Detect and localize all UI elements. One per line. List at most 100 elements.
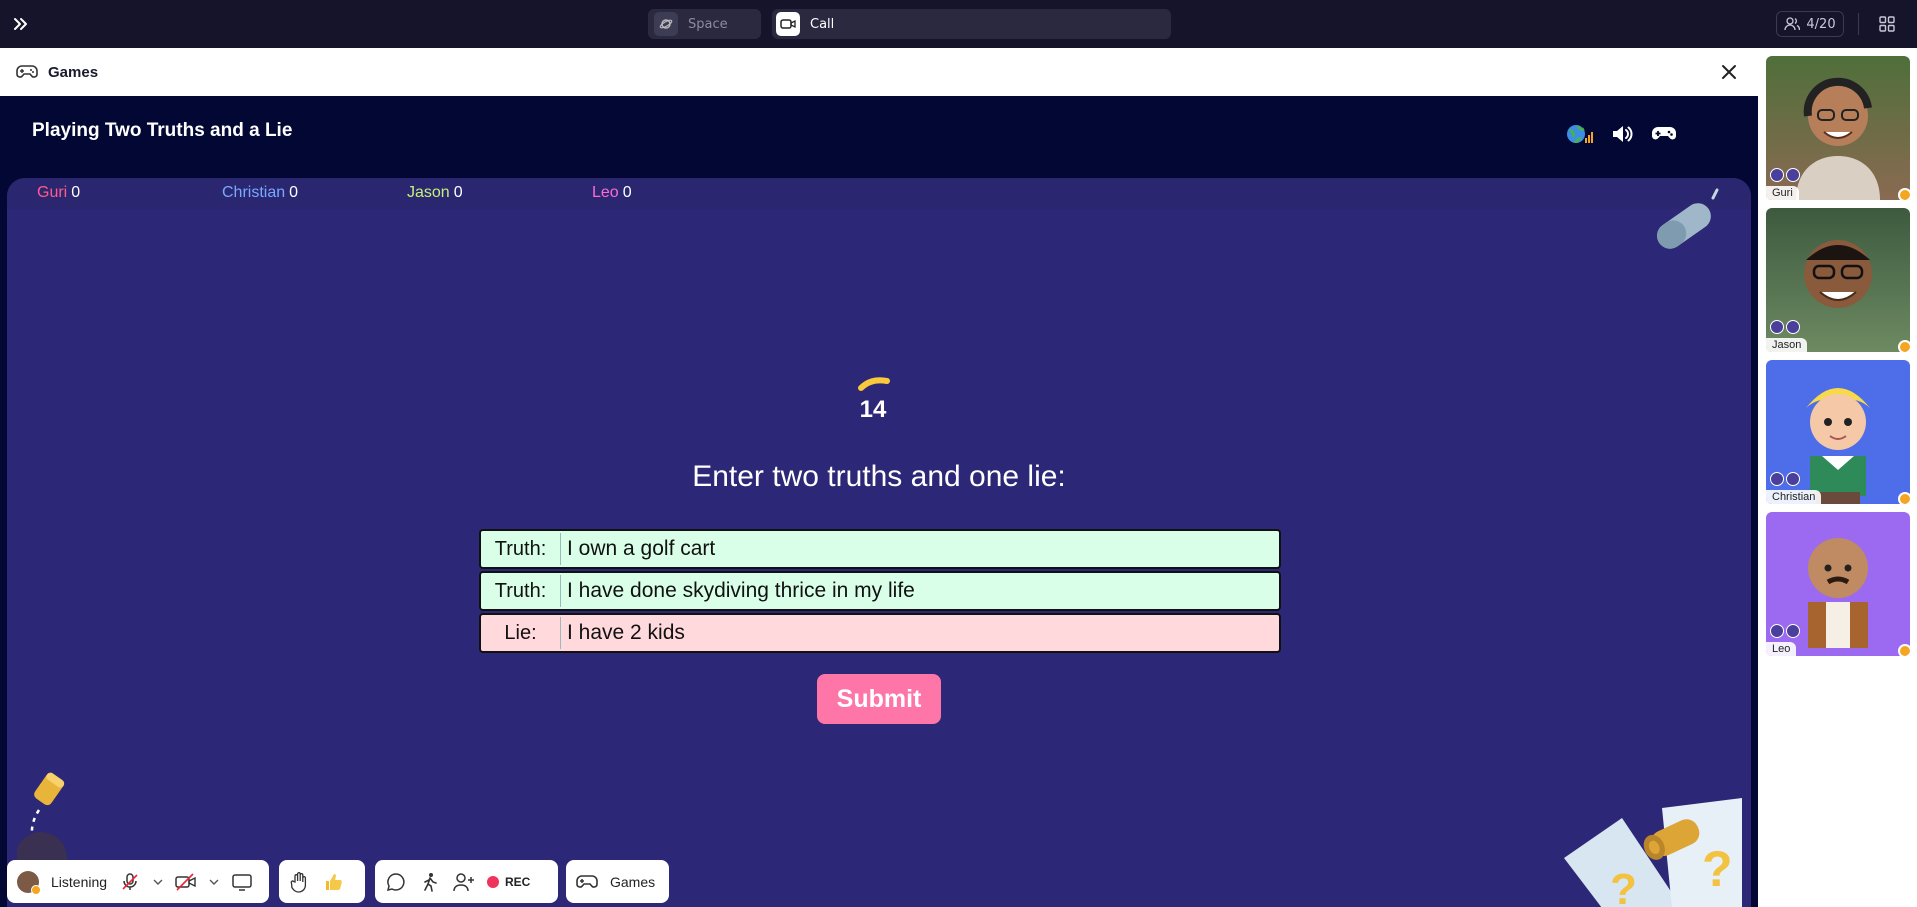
raise-hand-button[interactable]: [289, 871, 311, 893]
video-tile-guri[interactable]: Guri: [1766, 56, 1910, 200]
truth-input-2[interactable]: [561, 573, 1279, 609]
gamepad-icon: [1652, 127, 1676, 140]
participants-count-button[interactable]: 4/20: [1776, 11, 1844, 37]
game-controls: [1566, 120, 1678, 148]
truth-entry-1: Truth:: [479, 529, 1281, 569]
game-board: Guri 0 Christian 0 Jason 0 Leo 0 14 Enter tw…: [0, 172, 1758, 907]
chat-bubble-icon: [386, 872, 405, 891]
entry-label: Truth:: [481, 533, 561, 565]
svg-text:?: ?: [1610, 865, 1637, 907]
invite-user-button[interactable]: [453, 871, 475, 893]
player-name: Guri: [37, 184, 68, 201]
participant-name: Christian: [1766, 490, 1822, 504]
space-tab-label: Space: [688, 16, 728, 32]
video-tile-christian[interactable]: Christian: [1766, 360, 1910, 504]
game-board-inner: Guri 0 Christian 0 Jason 0 Leo 0 14 Enter tw…: [7, 178, 1751, 907]
status-indicator: [1898, 188, 1910, 200]
record-dot-icon[interactable]: [487, 875, 499, 888]
mic-off-icon: [1770, 168, 1784, 182]
mic-options-button[interactable]: [153, 871, 163, 893]
speaker-icon: [1613, 126, 1633, 142]
call-tab[interactable]: Call: [772, 9, 1171, 39]
participants-count: 4/20: [1806, 16, 1836, 32]
truth-input-1[interactable]: [561, 531, 1279, 567]
double-chevron-right-icon: [14, 18, 27, 30]
score-leo: Leo 0: [592, 184, 632, 202]
divider: [1858, 13, 1859, 35]
megaphone-decoration: [17, 772, 67, 860]
player-score: 0: [289, 184, 299, 201]
chevron-down-icon: [209, 879, 219, 885]
countdown-timer: 14: [859, 396, 887, 423]
add-user-icon: [453, 872, 474, 891]
planet-icon: [654, 12, 678, 36]
camera-options-button[interactable]: [209, 871, 219, 893]
player-score: 0: [71, 184, 81, 201]
media-status: [1770, 168, 1800, 182]
game-title: Playing Two Truths and a Lie: [32, 120, 293, 141]
pill-decoration: [1657, 188, 1719, 249]
games-toolbar-button[interactable]: Games: [566, 860, 669, 903]
gamepad-icon: [576, 874, 598, 888]
video-tile-jason[interactable]: Jason: [1766, 208, 1910, 352]
status-toolbar: Listening: [7, 860, 269, 903]
question-card-decoration: ? ?: [1564, 798, 1742, 907]
sound-toggle-button[interactable]: [1608, 120, 1636, 148]
media-status: [1770, 320, 1800, 334]
screen-share-button[interactable]: [231, 871, 253, 893]
player-score: 0: [622, 184, 632, 201]
record-button[interactable]: REC: [505, 875, 530, 889]
chevron-down-icon: [153, 879, 163, 885]
mic-off-icon: [122, 872, 138, 890]
apps-grid-button[interactable]: [1878, 15, 1896, 33]
hand-icon: [290, 871, 307, 893]
camera-off-icon: [175, 872, 196, 891]
score-christian: Christian 0: [222, 184, 298, 202]
thumbs-up-icon: [326, 873, 342, 890]
participant-name: Guri: [1766, 186, 1799, 200]
game-menu-button[interactable]: [1650, 120, 1678, 148]
scoreboard: Guri 0 Christian 0 Jason 0 Leo 0: [7, 178, 1751, 209]
participant-name: Leo: [1766, 642, 1797, 656]
camera-off-icon: [1786, 168, 1800, 182]
lie-input[interactable]: [561, 615, 1279, 651]
chat-button[interactable]: [385, 871, 407, 893]
participant-name: Jason: [1766, 338, 1808, 352]
lie-entry: Lie:: [479, 613, 1281, 653]
game-prompt: Enter two truths and one lie:: [692, 460, 1066, 493]
camera-off-icon: [1786, 472, 1800, 486]
video-tile-leo[interactable]: Leo: [1766, 512, 1910, 656]
submit-button[interactable]: Submit: [817, 674, 941, 724]
player-name: Christian: [222, 184, 286, 201]
entry-label: Truth:: [481, 575, 561, 607]
camera-toggle-button[interactable]: [175, 871, 197, 893]
status-label: Listening: [51, 873, 108, 890]
score-guri: Guri 0: [37, 184, 80, 202]
participants-sidebar: Guri Jason Christian Leo: [1758, 48, 1917, 907]
walk-button[interactable]: [419, 871, 441, 893]
truth-entry-2: Truth:: [479, 571, 1281, 611]
svg-text:?: ?: [1702, 841, 1733, 897]
call-tab-label: Call: [810, 16, 835, 32]
status-indicator: [1898, 340, 1910, 352]
network-status-button[interactable]: [1566, 120, 1594, 148]
avatar[interactable]: [17, 870, 41, 895]
player-name: Leo: [592, 184, 619, 201]
globe-signal-icon: [1567, 125, 1593, 144]
monitor-icon: [232, 873, 252, 891]
close-games-button[interactable]: [1718, 61, 1740, 83]
gamepad-icon: [16, 65, 38, 78]
game-header: Playing Two Truths and a Lie: [0, 96, 1758, 172]
space-tab[interactable]: Space: [648, 9, 761, 39]
users-icon: [1784, 17, 1801, 31]
thumbs-up-button[interactable]: [323, 871, 345, 893]
expand-sidebar-button[interactable]: [10, 13, 32, 35]
status-indicator: [1898, 644, 1910, 656]
entry-label: Lie:: [481, 617, 561, 649]
timer-arc: [858, 377, 890, 391]
mic-toggle-button[interactable]: [119, 871, 141, 893]
video-camera-icon: [776, 12, 800, 36]
close-icon: [1722, 65, 1736, 79]
media-status: [1770, 624, 1800, 638]
games-panel-header: Games: [0, 48, 1758, 96]
